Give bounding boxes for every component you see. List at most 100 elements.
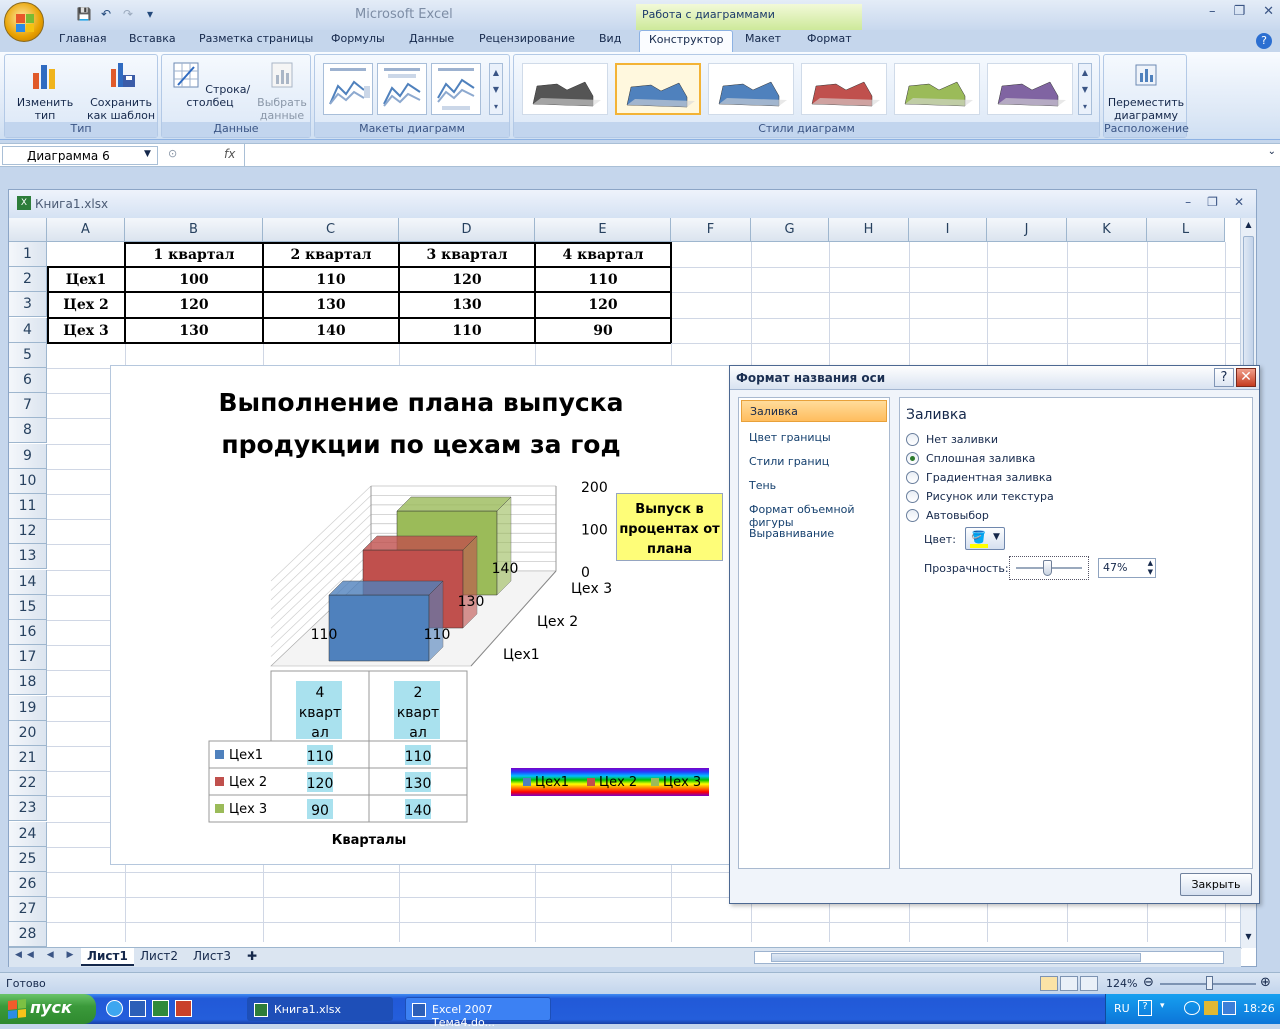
row-header-13[interactable]: 13	[9, 544, 47, 570]
option-gradient-fill[interactable]: Градиентная заливка	[906, 471, 1052, 484]
move-chart-button[interactable]: Переместить диаграмму	[1106, 59, 1186, 122]
vertical-scroll-thumb[interactable]	[1243, 236, 1254, 376]
help-tray-icon[interactable]: ?	[1138, 1000, 1152, 1016]
nav-fill[interactable]: Заливка	[741, 400, 887, 422]
normal-view-icon[interactable]	[1040, 976, 1058, 991]
table-row-label[interactable]: Цех 3	[47, 318, 125, 344]
column-header-j[interactable]: J	[987, 218, 1067, 242]
scroll-down-icon[interactable]: ▼	[1243, 932, 1254, 944]
help-icon[interactable]: ?	[1256, 33, 1272, 49]
column-header-e[interactable]: E	[535, 218, 671, 242]
zoom-in-icon[interactable]: ⊕	[1260, 975, 1271, 990]
restore-icon[interactable]: ❐	[1233, 4, 1245, 19]
close-icon[interactable]: ✕	[1234, 195, 1244, 209]
radio-gradient-fill[interactable]	[906, 471, 919, 484]
table-header-cell[interactable]: 2 квартал	[263, 242, 399, 268]
save-as-template-button[interactable]: Сохранить как шаблон	[85, 59, 157, 122]
zoom-slider-thumb[interactable]	[1206, 976, 1213, 990]
row-header-11[interactable]: 11	[9, 494, 47, 519]
table-header-cell[interactable]	[47, 242, 125, 268]
row-header-15[interactable]: 15	[9, 594, 47, 620]
row-header-4[interactable]: 4	[9, 317, 47, 343]
table-cell[interactable]: 130	[125, 318, 263, 344]
table-cell[interactable]: 90	[535, 318, 671, 344]
row-header-24[interactable]: 24	[9, 821, 47, 847]
office-button[interactable]	[4, 2, 44, 42]
column-header-i[interactable]: I	[909, 218, 987, 242]
option-no-fill[interactable]: Нет заливки	[906, 433, 998, 446]
layouts-gallery-scroll[interactable]: ▲ ▼ ▾	[489, 63, 503, 115]
tray-icon-2[interactable]	[1204, 1001, 1218, 1015]
table-cell[interactable]: 100	[125, 267, 263, 293]
axis-title-callout[interactable]: Выпуск в процентах от плана	[616, 493, 723, 561]
name-box-dropdown-icon[interactable]: ▼	[144, 149, 151, 159]
dialog-close-button[interactable]: ✕	[1236, 368, 1256, 387]
tray-icon-1[interactable]	[1184, 1001, 1200, 1015]
row-header-1[interactable]: 1	[9, 242, 47, 267]
table-cell[interactable]: 110	[399, 318, 535, 344]
table-cell[interactable]: 120	[125, 292, 263, 318]
start-button[interactable]: пуск	[0, 994, 96, 1024]
row-header-5[interactable]: 5	[9, 342, 47, 368]
row-header-17[interactable]: 17	[9, 645, 47, 671]
row-header-3[interactable]: 3	[9, 292, 47, 318]
spinner-icon[interactable]: ▲ ▼	[1148, 559, 1153, 577]
network-icon[interactable]	[1222, 1001, 1236, 1015]
table-cell[interactable]: 110	[535, 267, 671, 293]
nav-shadow[interactable]: Тень	[749, 479, 776, 492]
close-icon[interactable]: ✕	[1263, 4, 1274, 19]
row-header-25[interactable]: 25	[9, 846, 47, 872]
scroll-up-icon[interactable]: ▲	[1243, 220, 1254, 232]
row-header-18[interactable]: 18	[9, 670, 47, 696]
radio-automatic[interactable]	[906, 509, 919, 522]
expand-tray-icon[interactable]: ▾	[1160, 1001, 1165, 1011]
tab-design[interactable]: Конструктор	[639, 30, 734, 52]
row-header-14[interactable]: 14	[9, 569, 47, 595]
horizontal-scrollbar[interactable]	[754, 951, 1224, 964]
save-icon[interactable]: 💾	[76, 6, 92, 22]
chart-style-4[interactable]	[801, 63, 887, 115]
row-header-9[interactable]: 9	[9, 443, 47, 469]
tab-home[interactable]: Главная	[59, 32, 107, 45]
row-header-6[interactable]: 6	[9, 368, 47, 393]
row-header-2[interactable]: 2	[9, 267, 47, 293]
row-header-27[interactable]: 27	[9, 897, 47, 923]
row-header-21[interactable]: 21	[9, 746, 47, 771]
row-header-23[interactable]: 23	[9, 796, 47, 822]
dialog-help-button[interactable]: ?	[1214, 368, 1234, 387]
nav-alignment[interactable]: Выравнивание	[749, 527, 834, 540]
table-cell[interactable]: 110	[263, 267, 399, 293]
table-cell[interactable]: 130	[263, 292, 399, 318]
chart-style-5[interactable]	[894, 63, 980, 115]
row-header-26[interactable]: 26	[9, 872, 47, 897]
tab-review[interactable]: Рецензирование	[479, 32, 575, 45]
table-cell[interactable]: 120	[399, 267, 535, 293]
zoom-out-icon[interactable]: ⊖	[1143, 975, 1154, 990]
customize-qat-icon[interactable]: ▾	[142, 6, 158, 22]
column-header-g[interactable]: G	[751, 218, 829, 242]
minimize-icon[interactable]: –	[1185, 195, 1191, 209]
taskbar-item-word[interactable]: Excel 2007 Тема4.do...	[405, 997, 551, 1029]
styles-gallery-scroll[interactable]: ▲ ▼ ▾	[1078, 63, 1092, 115]
tab-formulas[interactable]: Формулы	[331, 32, 385, 45]
excel-icon[interactable]	[152, 1000, 169, 1017]
row-header-19[interactable]: 19	[9, 695, 47, 721]
close-dialog-button[interactable]: Закрыть	[1180, 873, 1252, 896]
undo-icon[interactable]: ↶	[98, 6, 114, 22]
table-cell[interactable]: 120	[535, 292, 671, 318]
table-row-label[interactable]: Цех 2	[47, 292, 125, 318]
table-cell[interactable]: 130	[399, 292, 535, 318]
row-header-7[interactable]: 7	[9, 393, 47, 419]
column-header-k[interactable]: K	[1067, 218, 1147, 242]
tab-data[interactable]: Данные	[409, 32, 454, 45]
table-header-cell[interactable]: 1 квартал	[125, 242, 263, 268]
layout-thumb-2[interactable]	[377, 63, 427, 115]
chart-style-3[interactable]	[708, 63, 794, 115]
column-header-h[interactable]: H	[829, 218, 909, 242]
restore-icon[interactable]: ❐	[1207, 195, 1218, 209]
table-header-cell[interactable]: 3 квартал	[399, 242, 535, 268]
formula-input[interactable]	[244, 144, 1264, 166]
table-header-cell[interactable]: 4 квартал	[535, 242, 671, 268]
zoom-level[interactable]: 124%	[1106, 977, 1137, 990]
nav-border-styles[interactable]: Стили границ	[749, 455, 829, 468]
